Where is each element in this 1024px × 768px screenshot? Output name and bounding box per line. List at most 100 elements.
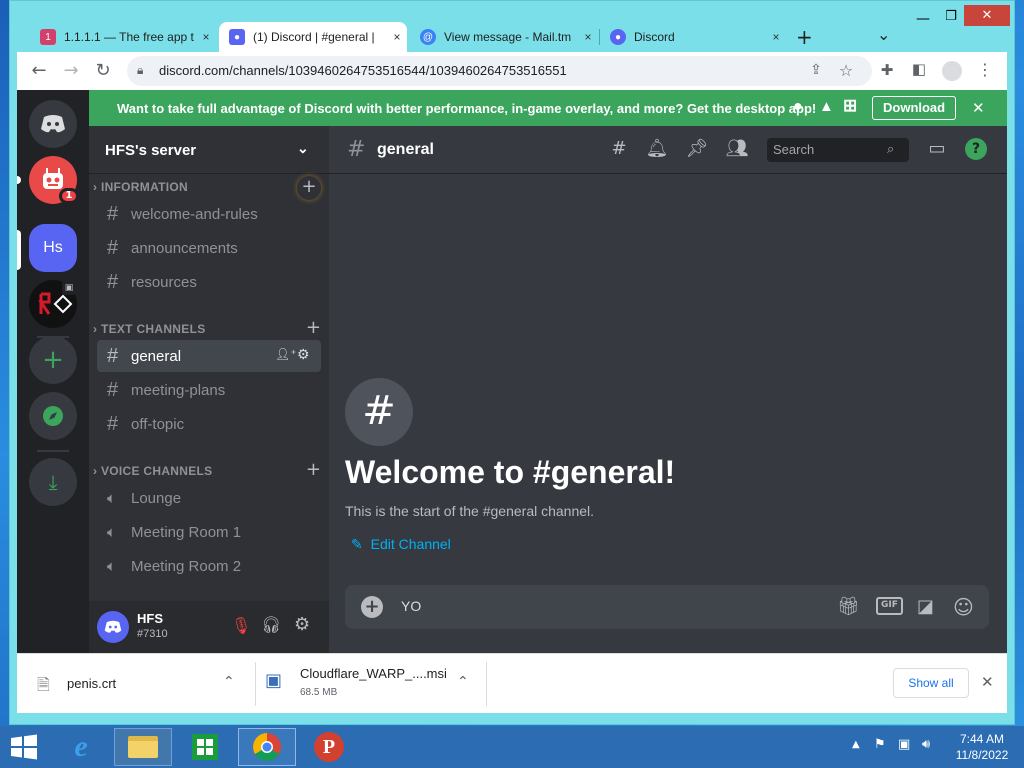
- app-p-icon[interactable]: P: [300, 728, 358, 766]
- tab-close-icon[interactable]: ×: [578, 30, 598, 44]
- server-header[interactable]: HFS's server ⌄: [89, 126, 329, 174]
- channel-label: off-topic: [131, 415, 185, 433]
- hfs-server-icon[interactable]: Hs: [29, 224, 77, 272]
- search-input[interactable]: Search ⌕: [767, 138, 909, 162]
- channel-announcements[interactable]: # announcements: [97, 232, 321, 264]
- network-icon[interactable]: ▣: [898, 737, 910, 752]
- tab-close-icon[interactable]: ×: [766, 30, 786, 44]
- category-voice-channels[interactable]: › VOICE CHANNELS: [93, 464, 212, 478]
- download-item-name[interactable]: penis.crt: [67, 676, 116, 691]
- banner-close-icon[interactable]: ✕: [972, 99, 985, 117]
- pin-icon[interactable]: 📌︎: [685, 138, 709, 159]
- hash-icon: #: [107, 270, 119, 293]
- tab-close-icon[interactable]: ×: [387, 30, 407, 44]
- chevron-up-icon[interactable]: ⌃: [457, 674, 469, 690]
- gift-icon[interactable]: 🎁︎: [837, 596, 860, 617]
- download-shelf-close-icon[interactable]: ✕: [981, 673, 994, 691]
- tab-discord[interactable]: ● Discord ×: [600, 22, 786, 52]
- file-explorer-icon[interactable]: [114, 728, 172, 766]
- gif-icon[interactable]: GIF: [876, 597, 903, 615]
- chevron-up-icon[interactable]: ⌃: [223, 674, 235, 690]
- discord-icon: ●: [610, 29, 626, 45]
- add-channel-plus-icon[interactable]: +: [297, 176, 321, 200]
- hash-icon: #: [107, 202, 119, 225]
- attach-plus-icon[interactable]: +: [361, 596, 383, 618]
- maximize-button[interactable]: ❐: [936, 9, 966, 24]
- back-arrow-icon[interactable]: ←: [27, 60, 51, 81]
- emoji-icon[interactable]: ☺: [953, 595, 974, 619]
- profile-avatar-icon[interactable]: [942, 61, 962, 81]
- channel-off-topic[interactable]: # off-topic: [97, 408, 321, 440]
- volume-icon[interactable]: 🔊︎: [922, 737, 930, 752]
- address-bar[interactable]: 🔒︎ discord.com/channels/1039460264753516…: [127, 56, 872, 86]
- user-settings-gear-icon[interactable]: ⚙: [294, 614, 310, 635]
- gear-icon[interactable]: ⚙: [297, 346, 310, 363]
- category-text-channels[interactable]: › TEXT CHANNELS: [93, 322, 206, 336]
- inbox-icon[interactable]: ▭: [925, 138, 949, 159]
- download-divider: [486, 662, 487, 706]
- guild-divider: [37, 450, 69, 452]
- explore-compass-icon[interactable]: [29, 392, 77, 440]
- add-channel-plus-icon[interactable]: +: [306, 459, 321, 480]
- discord-home-icon[interactable]: [29, 100, 77, 148]
- voice-channel-meeting-room-2[interactable]: 🔈︎ Meeting Room 2: [97, 550, 321, 582]
- member-list-icon[interactable]: 👥︎: [725, 138, 749, 159]
- message-input[interactable]: YO: [401, 598, 421, 614]
- category-information[interactable]: › INFORMATION: [93, 180, 188, 194]
- add-server-plus-icon[interactable]: +: [29, 336, 77, 384]
- channel-welcome-and-rules[interactable]: # welcome-and-rules: [97, 198, 321, 230]
- hash-icon: #: [107, 344, 119, 367]
- internet-explorer-icon[interactable]: e: [52, 728, 110, 766]
- tab-discord-general[interactable]: ● (1) Discord | #general | ×: [219, 22, 407, 52]
- notification-bell-icon[interactable]: 🔔︎: [645, 138, 669, 159]
- server-list: 1 Hs ▣ + ⤓: [17, 90, 89, 653]
- share-icon[interactable]: ⇪: [804, 62, 828, 78]
- tab-cloudflare[interactable]: 1 1.1.1.1 — The free app t ×: [30, 22, 216, 52]
- tab-close-icon[interactable]: ×: [196, 30, 216, 44]
- reload-icon[interactable]: ↻: [91, 60, 115, 81]
- channel-label: announcements: [131, 239, 238, 257]
- download-apps-icon[interactable]: ⤓: [29, 458, 77, 506]
- channel-label: welcome-and-rules: [131, 205, 258, 223]
- side-panel-icon[interactable]: ◧: [907, 60, 931, 78]
- time-text: 7:44 AM: [959, 732, 1005, 746]
- start-button[interactable]: [0, 728, 48, 766]
- action-center-flag-icon[interactable]: ⚑: [874, 737, 886, 752]
- voice-channel-lounge[interactable]: 🔈︎ Lounge: [97, 482, 321, 514]
- headphones-icon[interactable]: 🎧︎: [261, 615, 281, 634]
- channel-meeting-plans[interactable]: # meeting-plans: [97, 374, 321, 406]
- download-button[interactable]: Download: [872, 96, 957, 120]
- show-all-button[interactable]: Show all: [893, 668, 969, 698]
- tab-title: 1.1.1.1 — The free app t: [64, 30, 194, 44]
- clock[interactable]: 7:44 AM 11/8/2022: [950, 731, 1014, 763]
- channel-resources[interactable]: # resources: [97, 266, 321, 298]
- avatar[interactable]: [97, 611, 129, 643]
- download-item-name[interactable]: Cloudflare_WARP_....msi: [300, 666, 447, 681]
- help-icon[interactable]: ?: [965, 138, 987, 160]
- bookmark-star-icon[interactable]: ☆: [834, 61, 858, 80]
- tray-chevron-up-icon[interactable]: ▲: [852, 739, 860, 750]
- sticker-icon[interactable]: ◪: [917, 596, 934, 617]
- new-tab-button[interactable]: +: [796, 25, 813, 49]
- minimize-button[interactable]: —: [908, 11, 938, 27]
- extensions-puzzle-icon[interactable]: ✚: [875, 61, 899, 79]
- tab-mailtm[interactable]: @ View message - Mail.tm ×: [410, 22, 598, 52]
- cloudflare-1111-icon: 1: [40, 29, 56, 45]
- tab-search-chevron-icon[interactable]: ⌄: [877, 25, 890, 44]
- voice-channel-meeting-room-1[interactable]: 🔈︎ Meeting Room 1: [97, 516, 321, 548]
- edit-channel-link[interactable]: ✎ Edit Channel: [351, 536, 451, 553]
- windows-store-icon[interactable]: [176, 728, 234, 766]
- browser-menu-icon[interactable]: ⋮: [973, 60, 997, 79]
- invite-member-icon[interactable]: 👤︎⁺: [275, 347, 297, 361]
- chrome-icon[interactable]: [238, 728, 296, 766]
- mute-mic-icon[interactable]: 🎙︎: [231, 616, 251, 635]
- add-channel-plus-icon[interactable]: +: [306, 317, 321, 338]
- welcome-title: Welcome to #general!: [345, 454, 676, 490]
- threads-icon[interactable]: #: [607, 138, 631, 159]
- windows-icon: ⊞: [843, 96, 858, 115]
- forward-arrow-icon[interactable]: →: [59, 60, 83, 81]
- channel-general[interactable]: # general 👤︎⁺ ⚙: [97, 340, 321, 372]
- message-composer[interactable]: + YO 🎁︎ GIF ◪ ☺: [345, 585, 989, 629]
- window-close-button[interactable]: ✕: [964, 5, 1010, 26]
- server-name: HFS's server: [105, 142, 197, 159]
